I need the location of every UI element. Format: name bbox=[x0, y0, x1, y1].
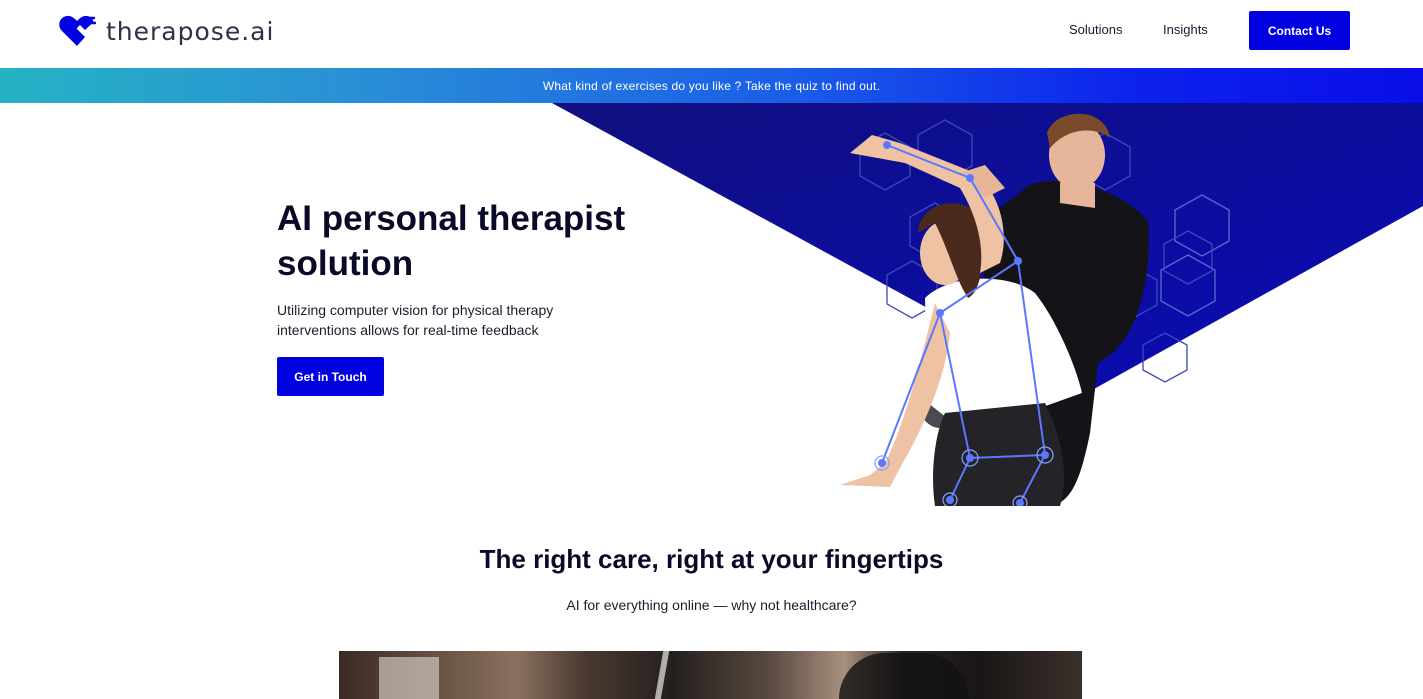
hero-subtitle: Utilizing computer vision for physical t… bbox=[277, 302, 554, 338]
section-subtitle: AI for everything online — why not healt… bbox=[566, 597, 857, 613]
photo-detail bbox=[654, 651, 670, 699]
brand-name: therapose.ai bbox=[106, 16, 275, 46]
hero-illustration bbox=[552, 103, 1423, 506]
nav-solutions[interactable]: Solutions bbox=[1069, 22, 1122, 37]
brand-logo[interactable]: therapose.ai bbox=[58, 14, 274, 48]
nav-insights[interactable]: Insights bbox=[1163, 22, 1208, 37]
announcement-banner: What kind of exercises do you like ? Tak… bbox=[0, 68, 1423, 103]
contact-us-button[interactable]: Contact Us bbox=[1249, 11, 1350, 50]
quiz-link[interactable]: What kind of exercises do you like ? Tak… bbox=[543, 79, 880, 93]
heart-check-icon bbox=[59, 15, 96, 46]
section-title: The right care, right at your fingertips bbox=[479, 544, 944, 574]
site-header: therapose.ai Solutions Insights Contact … bbox=[0, 0, 1423, 68]
get-in-touch-button[interactable]: Get in Touch bbox=[277, 357, 384, 396]
feature-photo bbox=[339, 651, 1082, 699]
photo-detail bbox=[839, 653, 969, 699]
hero-title: AI personal therapist solution bbox=[277, 199, 626, 283]
photo-detail bbox=[379, 657, 439, 699]
